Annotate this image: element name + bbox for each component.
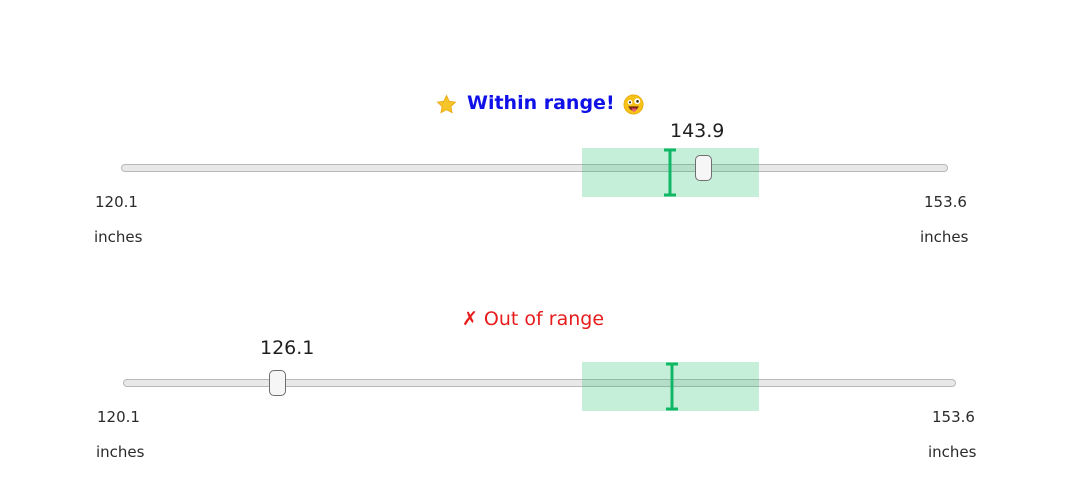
range-status-text: Out of range bbox=[483, 308, 605, 330]
slider-track[interactable] bbox=[123, 379, 956, 387]
current-value-label: 126.1 bbox=[260, 337, 315, 359]
current-value-label: 143.9 bbox=[670, 120, 725, 142]
target-marker-icon bbox=[666, 362, 678, 411]
slider-track[interactable] bbox=[121, 164, 948, 172]
min-unit-label: inches bbox=[94, 228, 143, 246]
min-value-label: 120.1 bbox=[95, 193, 138, 211]
range-status-message: ✗ Out of range bbox=[462, 308, 604, 330]
max-unit-label: inches bbox=[920, 228, 969, 246]
max-unit-label: inches bbox=[928, 443, 977, 461]
min-value-label: 120.1 bbox=[97, 408, 140, 426]
range-status-text: Within range! bbox=[467, 92, 615, 114]
max-value-label: 153.6 bbox=[932, 408, 975, 426]
slider-handle[interactable] bbox=[269, 370, 286, 396]
zany-face-icon bbox=[623, 94, 644, 114]
star-icon bbox=[436, 94, 457, 113]
min-unit-label: inches bbox=[96, 443, 145, 461]
target-marker-icon bbox=[664, 148, 676, 197]
max-value-label: 153.6 bbox=[924, 193, 967, 211]
range-status-message: Within range! bbox=[436, 92, 644, 114]
slider-handle[interactable] bbox=[695, 155, 712, 181]
cross-icon: ✗ bbox=[462, 308, 478, 330]
